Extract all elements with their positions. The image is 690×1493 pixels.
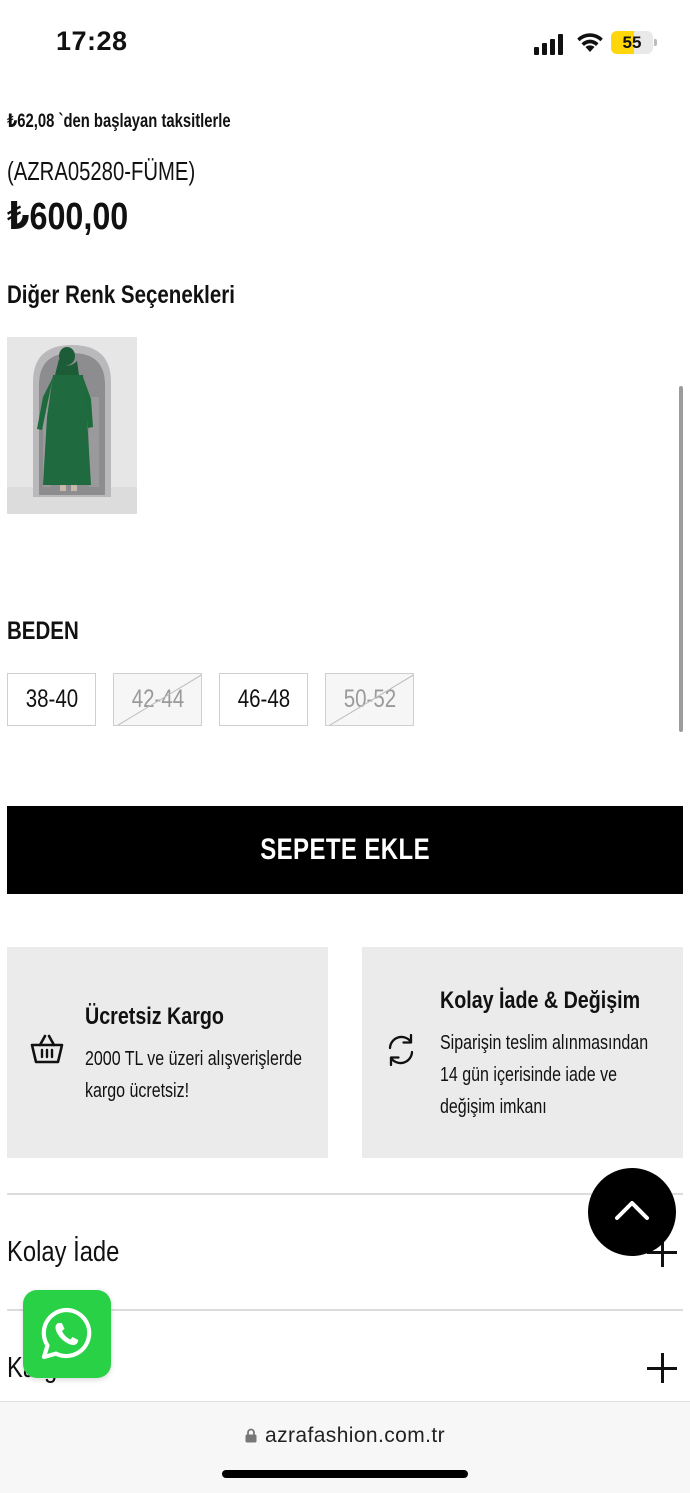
size-option-46-48[interactable]: 46-48 [219,673,308,726]
wifi-icon [577,33,603,52]
product-price: ₺600,00 [7,196,129,238]
url-text: azrafashion.com.tr [265,1424,445,1447]
accordion-easy-return-label[interactable]: Kolay İade [7,1236,119,1269]
whatsapp-icon [41,1307,92,1360]
scroll-to-top-button[interactable] [588,1168,676,1256]
add-to-cart-button[interactable]: SEPETE EKLE [7,806,683,894]
basket-icon [30,1034,64,1064]
free-shipping-title: Ücretsiz Kargo [85,1003,224,1030]
size-title: BEDEN [7,617,79,645]
easy-return-description: Siparişin teslim alınmasından 14 gün içe… [440,1032,649,1118]
browser-address-bar[interactable]: azrafashion.com.tr [0,1401,690,1493]
chevron-up-icon [615,1201,649,1220]
size-option-42-44-unavailable: 42-44 [113,673,202,726]
status-time: 17:28 [56,26,128,56]
lock-icon [245,1428,257,1443]
product-sku: (AZRA05280-FÜME) [7,156,196,186]
page-scrollbar[interactable] [679,386,683,732]
easy-return-card: Kolay İade & Değişim Siparişin teslim al… [362,947,683,1158]
color-option-thumbnail[interactable] [7,337,137,514]
size-option-50-52-unavailable: 50-52 [325,673,414,726]
plus-icon[interactable] [647,1353,677,1383]
easy-return-title: Kolay İade & Değişim [440,987,641,1014]
divider [7,1193,683,1195]
size-option-38-40[interactable]: 38-40 [7,673,96,726]
installment-text: ₺62,08 `den başlayan taksitlerle [7,111,231,132]
color-options-title: Diğer Renk Seçenekleri [7,281,235,309]
free-shipping-card: Ücretsiz Kargo 2000 TL ve üzeri alışveri… [7,947,328,1158]
dress-product-image [7,337,137,514]
refresh-icon [388,1033,414,1067]
whatsapp-button[interactable] [23,1290,111,1378]
home-indicator [222,1470,468,1478]
battery-indicator: 55 [611,31,657,54]
cellular-signal-icon [534,33,566,55]
battery-percent: 55 [622,33,642,52]
free-shipping-description: 2000 TL ve üzeri alışverişlerde kargo üc… [85,1048,302,1102]
status-bar: 17:28 55 [0,0,690,90]
